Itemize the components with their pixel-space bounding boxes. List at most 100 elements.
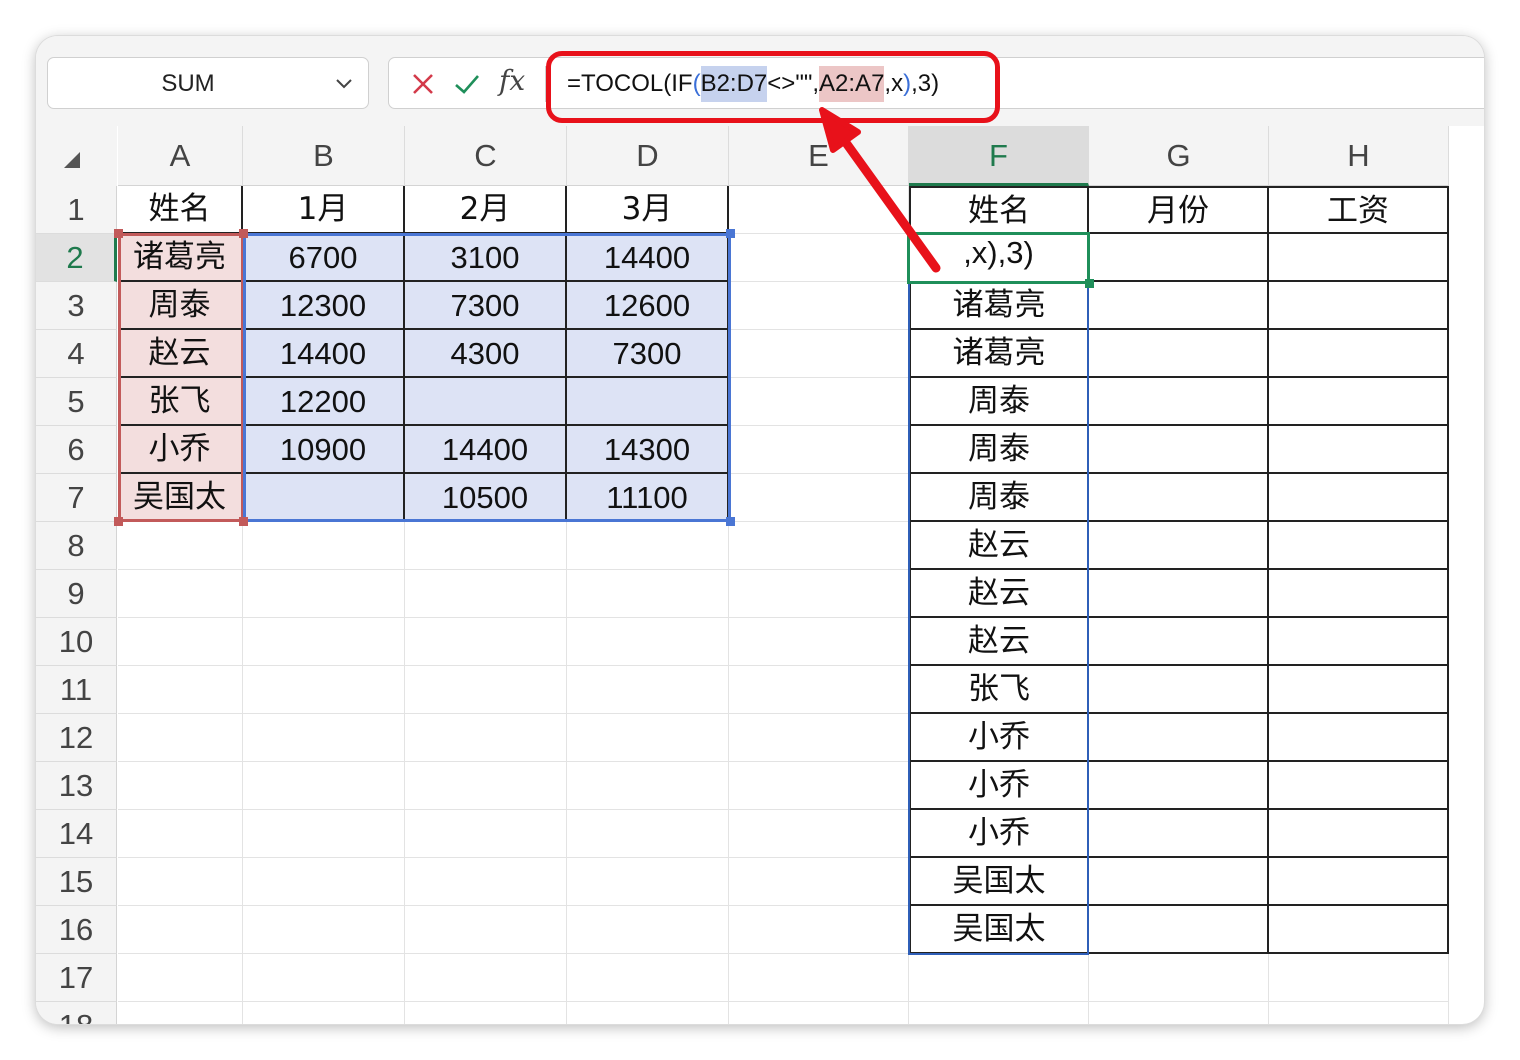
cell-b12[interactable] <box>243 714 405 762</box>
cell-c15[interactable] <box>405 858 567 906</box>
range-handle[interactable] <box>239 517 248 526</box>
cell-b5[interactable]: 12200 <box>243 378 405 426</box>
check-icon[interactable] <box>453 70 481 98</box>
cell-d15[interactable] <box>567 858 729 906</box>
cell-c1[interactable]: 2月 <box>405 186 567 234</box>
cell-d3[interactable]: 12600 <box>567 282 729 330</box>
fill-handle[interactable] <box>1085 279 1094 288</box>
cell-g1[interactable]: 月份 <box>1089 186 1269 234</box>
cell-e4[interactable] <box>729 330 909 378</box>
cell-e13[interactable] <box>729 762 909 810</box>
cell-f5[interactable]: 周泰 <box>909 378 1089 426</box>
cell-h6[interactable] <box>1269 426 1449 474</box>
cell-e10[interactable] <box>729 618 909 666</box>
cell-f11[interactable]: 张飞 <box>909 666 1089 714</box>
cell-e17[interactable] <box>729 954 909 1002</box>
column-header-c[interactable]: C <box>405 126 567 186</box>
range-handle[interactable] <box>239 229 248 238</box>
row-header-11[interactable]: 11 <box>36 666 117 714</box>
cell-e11[interactable] <box>729 666 909 714</box>
cell-a17[interactable] <box>118 954 243 1002</box>
cell-e15[interactable] <box>729 858 909 906</box>
cell-a8[interactable] <box>118 522 243 570</box>
cell-f7[interactable]: 周泰 <box>909 474 1089 522</box>
cell-a16[interactable] <box>118 906 243 954</box>
cell-e9[interactable] <box>729 570 909 618</box>
cell-a4[interactable]: 赵云 <box>118 330 243 378</box>
cell-h11[interactable] <box>1269 666 1449 714</box>
cell-b15[interactable] <box>243 858 405 906</box>
cell-g17[interactable] <box>1089 954 1269 1002</box>
cell-c12[interactable] <box>405 714 567 762</box>
cell-c10[interactable] <box>405 618 567 666</box>
cell-c7[interactable]: 10500 <box>405 474 567 522</box>
cell-c2[interactable]: 3100 <box>405 234 567 282</box>
cell-g9[interactable] <box>1089 570 1269 618</box>
cell-c13[interactable] <box>405 762 567 810</box>
cell-f16[interactable]: 吴国太 <box>909 906 1089 954</box>
range-handle[interactable] <box>726 229 735 238</box>
cell-f4[interactable]: 诸葛亮 <box>909 330 1089 378</box>
row-header-3[interactable]: 3 <box>36 282 117 330</box>
cell-c18[interactable] <box>405 1002 567 1024</box>
cell-c5[interactable] <box>405 378 567 426</box>
row-header-17[interactable]: 17 <box>36 954 117 1002</box>
cell-g18[interactable] <box>1089 1002 1269 1024</box>
cell-h7[interactable] <box>1269 474 1449 522</box>
fx-icon[interactable]: fx <box>499 64 525 97</box>
cell-g13[interactable] <box>1089 762 1269 810</box>
cell-e8[interactable] <box>729 522 909 570</box>
active-cell-f2[interactable]: ,x),3) <box>907 232 1094 288</box>
cell-d17[interactable] <box>567 954 729 1002</box>
cell-c17[interactable] <box>405 954 567 1002</box>
cell-c6[interactable]: 14400 <box>405 426 567 474</box>
row-header-9[interactable]: 9 <box>36 570 117 618</box>
cell-a5[interactable]: 张飞 <box>118 378 243 426</box>
cell-a6[interactable]: 小乔 <box>118 426 243 474</box>
cell-f8[interactable]: 赵云 <box>909 522 1089 570</box>
cell-b1[interactable]: 1月 <box>243 186 405 234</box>
column-header-b[interactable]: B <box>243 126 405 186</box>
select-all-corner[interactable] <box>36 126 117 186</box>
cell-d4[interactable]: 7300 <box>567 330 729 378</box>
cell-a2[interactable]: 诸葛亮 <box>118 234 243 282</box>
cell-b2[interactable]: 6700 <box>243 234 405 282</box>
cell-a10[interactable] <box>118 618 243 666</box>
cell-b11[interactable] <box>243 666 405 714</box>
cell-g15[interactable] <box>1089 858 1269 906</box>
cell-f18[interactable] <box>909 1002 1089 1024</box>
cell-d9[interactable] <box>567 570 729 618</box>
cell-a14[interactable] <box>118 810 243 858</box>
cell-f9[interactable]: 赵云 <box>909 570 1089 618</box>
cell-a7[interactable]: 吴国太 <box>118 474 243 522</box>
cell-g2[interactable] <box>1089 234 1269 282</box>
cell-h13[interactable] <box>1269 762 1449 810</box>
row-header-1[interactable]: 1 <box>36 186 117 234</box>
row-header-4[interactable]: 4 <box>36 330 117 378</box>
cell-b7[interactable] <box>243 474 405 522</box>
cell-h16[interactable] <box>1269 906 1449 954</box>
active-cell-edit-text[interactable]: ,x),3) <box>910 235 1087 281</box>
cell-c11[interactable] <box>405 666 567 714</box>
cell-b14[interactable] <box>243 810 405 858</box>
close-icon[interactable] <box>409 70 437 98</box>
cell-a9[interactable] <box>118 570 243 618</box>
cell-h3[interactable] <box>1269 282 1449 330</box>
cell-c16[interactable] <box>405 906 567 954</box>
cell-a11[interactable] <box>118 666 243 714</box>
cell-d16[interactable] <box>567 906 729 954</box>
cell-a3[interactable]: 周泰 <box>118 282 243 330</box>
cell-a13[interactable] <box>118 762 243 810</box>
row-header-5[interactable]: 5 <box>36 378 117 426</box>
cell-h8[interactable] <box>1269 522 1449 570</box>
cell-g4[interactable] <box>1089 330 1269 378</box>
cell-e1[interactable] <box>729 186 909 234</box>
cell-d18[interactable] <box>567 1002 729 1024</box>
cell-h9[interactable] <box>1269 570 1449 618</box>
cell-e3[interactable] <box>729 282 909 330</box>
column-header-d[interactable]: D <box>567 126 729 186</box>
cell-d6[interactable]: 14300 <box>567 426 729 474</box>
cell-h17[interactable] <box>1269 954 1449 1002</box>
cell-d5[interactable] <box>567 378 729 426</box>
chevron-down-icon[interactable] <box>332 71 356 95</box>
